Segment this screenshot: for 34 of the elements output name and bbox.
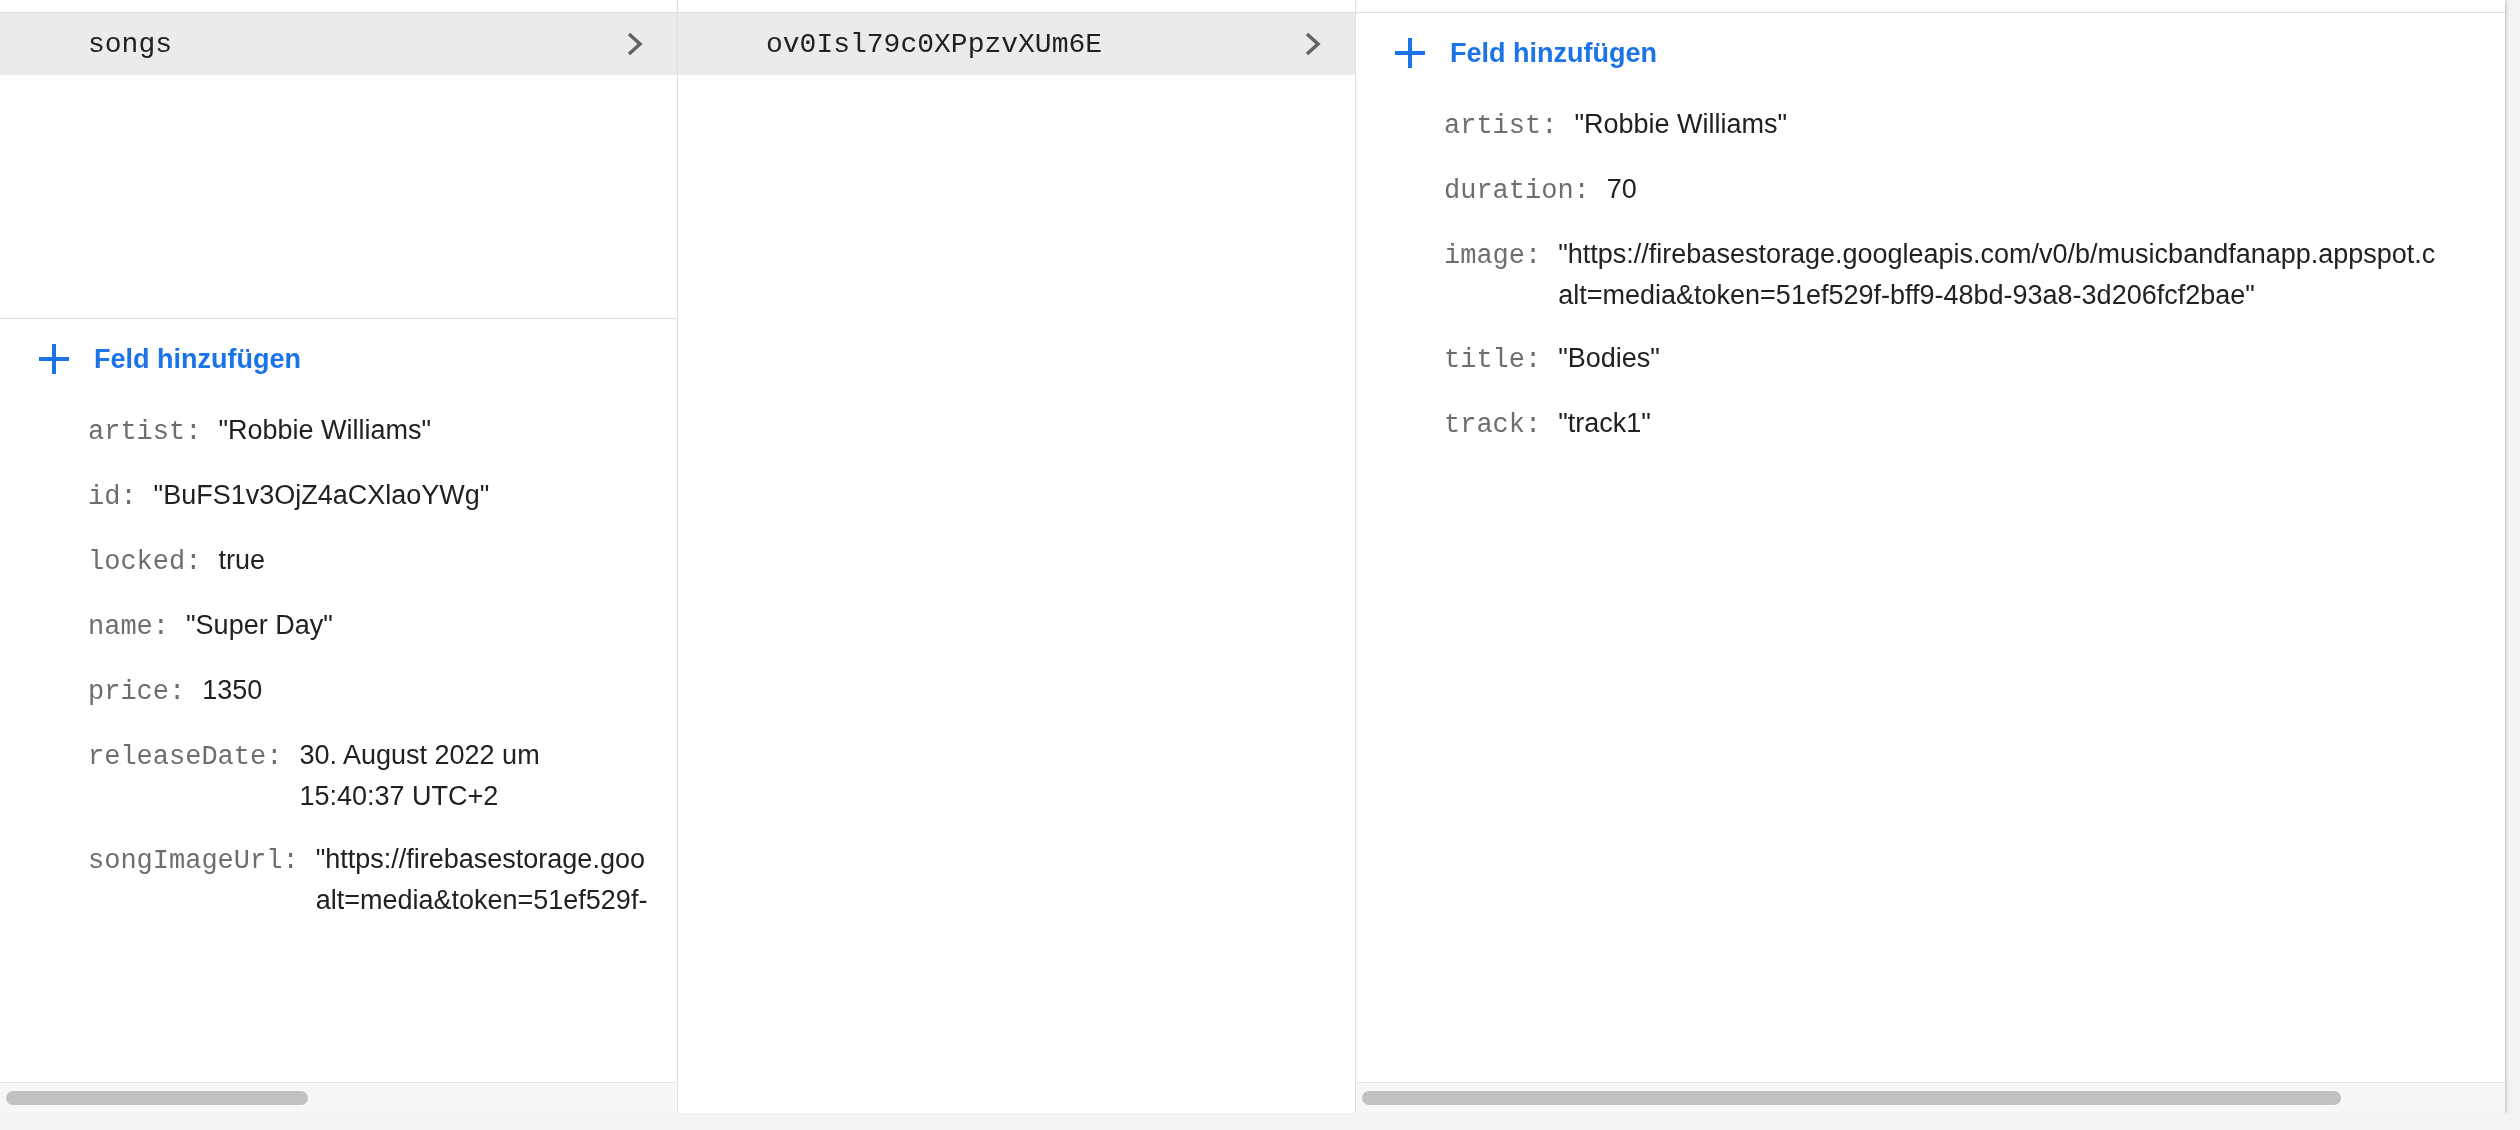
field-value: 30. August 2022 um 15:40:37 UTC+2 [299,739,540,813]
chevron-right-icon [626,32,644,56]
field-value: "BuFS1v3OjZ4aCXlaoYWg" [153,479,490,512]
field-key: artist: [1444,105,1558,147]
field-value: "Robbie Williams" [1574,108,1788,141]
scrollbar-thumb[interactable] [6,1091,308,1105]
field-value: "Bodies" [1558,342,1660,375]
scrollbar-thumb[interactable] [1362,1091,2341,1105]
plus-icon [1394,37,1426,69]
chevron-right-icon [1304,32,1322,56]
field-value: "https://firebasestorage.goo alt=media&token=51ef529f- [315,843,648,917]
list-item[interactable]: ov0Isl79c0XPpzvXUm6E [678,13,1355,75]
field-value: "track1" [1558,407,1651,440]
field-value: "https://firebasestorage.googleapis.com/v0/b/musicbandfanapp.appspot.c alt=media&token=51ef529f-bff9-48bd-93a8-3d206fcf2bae" [1558,238,2436,312]
field-key: releaseDate: [88,736,283,778]
list-item[interactable]: songs [0,13,677,75]
field-key: track: [1444,404,1542,446]
field-key: name: [88,606,169,648]
field-key: id: [88,476,137,518]
field-value: 70 [1606,173,1637,206]
add-field-button[interactable]: Feld hinzufügen [1394,28,1657,78]
field-key: locked: [88,541,202,583]
field-key: songImageUrl: [88,840,299,882]
field-key: image: [1444,235,1542,277]
field-value: "Super Day" [186,609,333,642]
add-field-button[interactable]: Feld hinzufügen [38,334,301,384]
field-key: title: [1444,339,1542,381]
plus-icon [38,343,70,375]
field-value: true [218,544,265,577]
field-key: duration: [1444,170,1590,212]
field-value: 1350 [202,674,263,707]
field-key: artist: [88,411,202,453]
field-value: "Robbie Williams" [218,414,432,447]
field-key: price: [88,671,186,713]
